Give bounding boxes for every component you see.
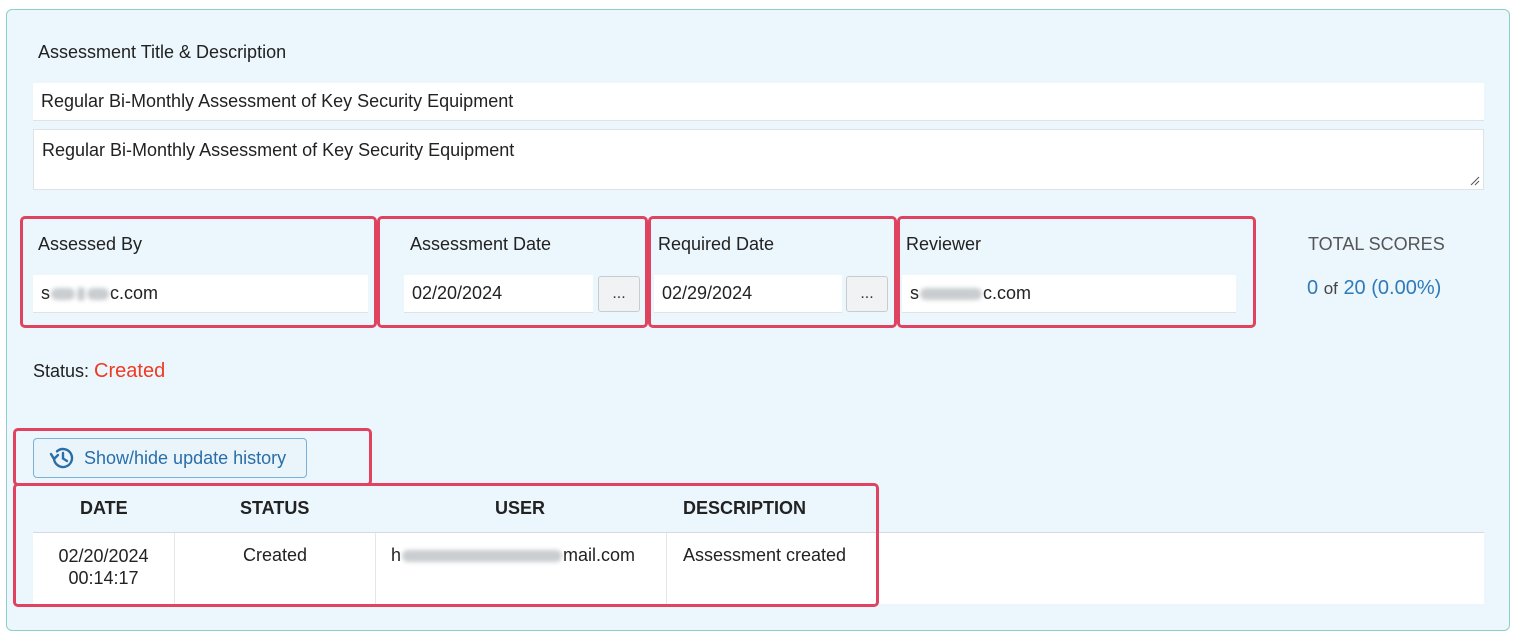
status-line: Status: Created bbox=[33, 360, 165, 383]
score-of: of bbox=[1323, 279, 1338, 298]
description-text: Regular Bi-Monthly Assessment of Key Sec… bbox=[42, 140, 515, 160]
score-total: 20 bbox=[1343, 277, 1366, 299]
resize-grip-icon[interactable] bbox=[1470, 176, 1480, 186]
highlight-assessment-date bbox=[377, 216, 648, 328]
highlight-history-button bbox=[13, 428, 372, 486]
total-scores-title: TOTAL SCORES bbox=[1308, 234, 1445, 254]
status-value: Created bbox=[94, 360, 166, 382]
score-current: 0 bbox=[1307, 277, 1319, 299]
section-title: Assessment Title & Description bbox=[38, 42, 287, 62]
status-label: Status: bbox=[33, 361, 90, 381]
description-textarea[interactable]: Regular Bi-Monthly Assessment of Key Sec… bbox=[33, 129, 1484, 190]
highlight-history-table bbox=[13, 483, 879, 607]
score-percent: (0.00%) bbox=[1371, 277, 1442, 299]
title-input[interactable]: Regular Bi-Monthly Assessment of Key Sec… bbox=[33, 83, 1484, 121]
highlight-reviewer bbox=[897, 216, 1256, 328]
total-scores-value: 0 of 20 (0.00%) bbox=[1307, 277, 1441, 300]
highlight-required-date bbox=[648, 216, 897, 328]
highlight-assessed-by bbox=[20, 216, 377, 328]
